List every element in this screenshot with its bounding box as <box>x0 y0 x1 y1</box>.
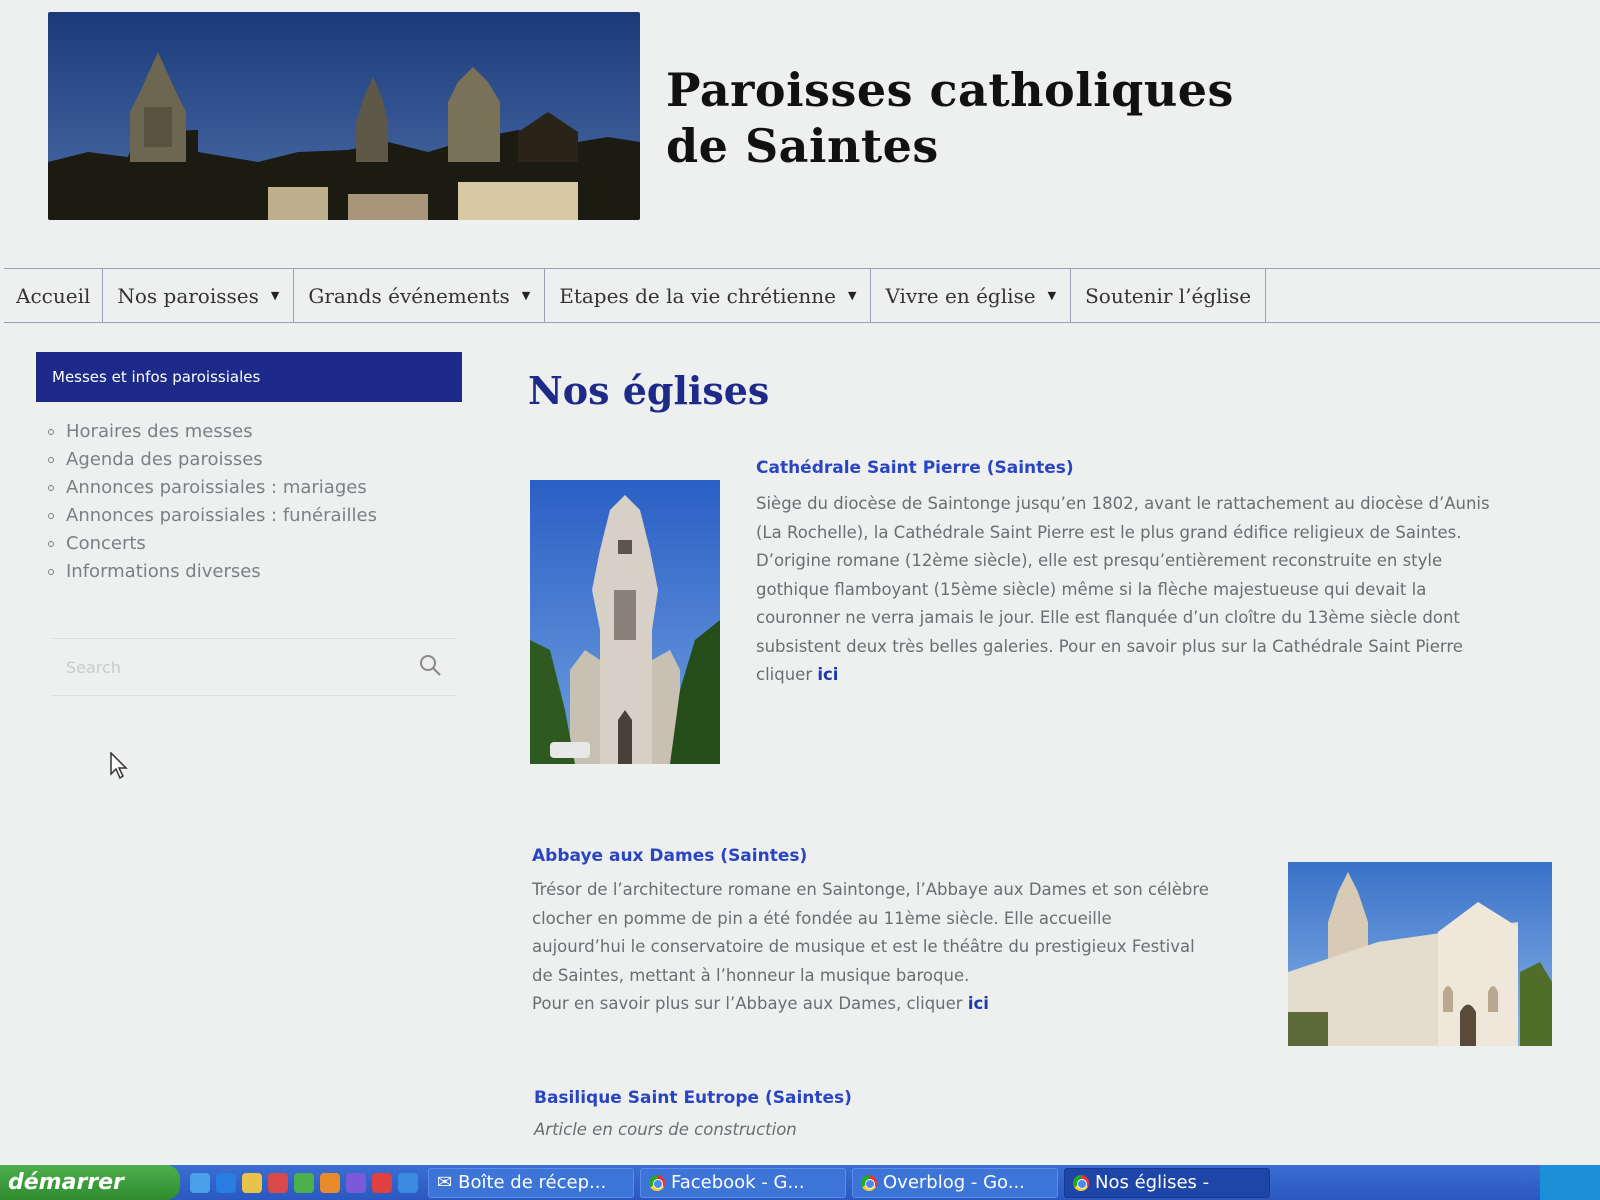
abbaye-photo <box>1288 862 1552 1046</box>
nav-item-grands-evenements[interactable]: Grands événements ▼ <box>294 269 546 322</box>
taskbar-button-label: Nos églises - <box>1095 1172 1210 1193</box>
description-line: Pour en savoir plus sur l’Abbaye aux Dam… <box>532 994 963 1013</box>
church-description-cathedrale: Siège du diocèse de Saintonge jusqu’en 1… <box>756 490 1556 690</box>
description-line: (La Rochelle), la Cathédrale Saint Pierr… <box>756 522 1462 542</box>
sidebar-item-annonces-mariages[interactable]: Annonces paroissiales : mariages <box>48 474 377 502</box>
description-line: D’origine romane (12ème siècle), elle es… <box>756 551 1443 570</box>
search-input[interactable] <box>66 657 366 677</box>
nav-label: Grands événements <box>308 283 510 308</box>
nav-item-nos-paroisses[interactable]: Nos paroisses ▼ <box>103 269 295 322</box>
taskbar-button-nos-eglises[interactable]: Nos églises - <box>1064 1167 1270 1198</box>
bullet-icon <box>48 429 54 435</box>
taskbar-button-mail[interactable]: ✉ Boîte de récep... <box>428 1167 634 1198</box>
taskbar-button-label: Facebook - G... <box>671 1172 805 1193</box>
app-icon[interactable] <box>398 1172 418 1193</box>
sidebar-item-label: Agenda des paroisses <box>66 449 263 470</box>
sidebar-item-concerts[interactable]: Concerts <box>48 530 377 558</box>
church-title-cathedrale[interactable]: Cathédrale Saint Pierre (Saintes) <box>756 458 1074 478</box>
app-icon[interactable] <box>320 1172 340 1193</box>
sidebar-item-label: Annonces paroissiales : funérailles <box>66 505 377 526</box>
sidebar-widget-title: Messes et infos paroissiales <box>36 352 462 402</box>
chrome-icon <box>1073 1174 1089 1191</box>
description-line: subsistent deux très belles galeries. Po… <box>756 636 1463 656</box>
church-description-basilique: Article en cours de construction <box>534 1116 1234 1145</box>
sidebar-item-annonces-funerailles[interactable]: Annonces paroissiales : funérailles <box>48 502 377 530</box>
taskbar-button-facebook[interactable]: Facebook - G... <box>640 1167 846 1198</box>
sidebar-item-label: Annonces paroissiales : mariages <box>66 477 367 498</box>
app-icon[interactable] <box>268 1172 288 1193</box>
description-line-with-link: Pour en savoir plus sur l’Abbaye aux Dam… <box>532 990 1252 1019</box>
description-line: de Saintes, mettant à l’honneur la musiq… <box>532 965 970 985</box>
header-banner-image <box>48 12 640 220</box>
chrome-icon <box>861 1174 877 1191</box>
bullet-icon <box>48 541 54 547</box>
church-title-basilique[interactable]: Basilique Saint Eutrope (Saintes) <box>534 1088 852 1108</box>
sidebar-item-label: Horaires des messes <box>66 421 253 442</box>
app-icon[interactable] <box>346 1172 366 1193</box>
description-line: Trésor de l’architecture romane en Saint… <box>532 880 1209 899</box>
church-description-abbaye: Trésor de l’architecture romane en Saint… <box>532 876 1252 1019</box>
chrome-icon <box>649 1174 665 1191</box>
caret-down-icon: ▼ <box>521 289 531 302</box>
description-line: Article en cours de construction <box>534 1120 797 1139</box>
mail-icon: ✉ <box>437 1172 453 1193</box>
bullet-icon <box>48 485 54 491</box>
nav-label: Soutenir l’église <box>1085 283 1252 308</box>
description-line-with-link: cliquer ici <box>756 661 1556 690</box>
taskbar-button-label: Overblog - Go... <box>883 1172 1025 1193</box>
nav-label: Accueil <box>16 283 91 308</box>
description-line: cliquer <box>756 665 813 684</box>
nav-label: Vivre en église <box>885 283 1036 308</box>
sidebar-search <box>52 638 456 696</box>
taskbar-button-overblog[interactable]: Overblog - Go... <box>852 1167 1058 1198</box>
folder-icon[interactable] <box>242 1172 262 1193</box>
ie-icon[interactable] <box>216 1172 236 1193</box>
page-title: Nos églises <box>528 368 770 413</box>
app-icon[interactable] <box>294 1172 314 1193</box>
mouse-pointer-icon <box>110 751 130 784</box>
nav-label: Etapes de la vie chrétienne <box>559 283 836 308</box>
sidebar-item-label: Informations diverses <box>66 561 261 582</box>
nav-item-vivre-en-eglise[interactable]: Vivre en église ▼ <box>871 269 1072 322</box>
start-button[interactable]: démarrer <box>0 1165 180 1200</box>
nav-item-accueil[interactable]: Accueil <box>4 269 104 322</box>
nav-label: Nos paroisses <box>117 283 259 308</box>
nav-item-etapes-vie-chretienne[interactable]: Etapes de la vie chrétienne ▼ <box>545 269 872 322</box>
description-line: Siège du diocèse de Saintonge jusqu’en 1… <box>756 494 1490 513</box>
description-line: couronner ne verra jamais le jour. Elle … <box>756 608 1460 627</box>
caret-down-icon: ▼ <box>270 289 280 302</box>
sidebar-item-label: Concerts <box>66 533 146 554</box>
ici-link[interactable]: ici <box>817 665 838 684</box>
main-navigation: Accueil Nos paroisses ▼ Grands événement… <box>4 268 1600 323</box>
taskbar-button-label: Boîte de récep... <box>458 1172 607 1193</box>
chrome-icon[interactable] <box>372 1172 392 1193</box>
browser-icon[interactable] <box>190 1172 210 1193</box>
bullet-icon <box>48 513 54 519</box>
sidebar-item-agenda[interactable]: Agenda des paroisses <box>48 446 377 474</box>
caret-down-icon: ▼ <box>847 289 857 302</box>
quick-launch-bar <box>180 1172 428 1193</box>
site-title[interactable]: Paroisses catholiques de Saintes <box>666 62 1234 174</box>
description-line: aujourd’hui le conservatoire de musique … <box>532 937 1195 956</box>
site-title-line1: Paroisses catholiques <box>666 63 1234 117</box>
windows-taskbar: démarrer ✉ Boîte de récep... Facebook - … <box>0 1165 1600 1200</box>
sidebar-item-informations-diverses[interactable]: Informations diverses <box>48 558 377 586</box>
description-line: clocher en pomme de pin a été fondée au … <box>532 908 1112 928</box>
church-title-abbaye[interactable]: Abbaye aux Dames (Saintes) <box>532 846 807 866</box>
sidebar-item-horaires-messes[interactable]: Horaires des messes <box>48 418 377 446</box>
system-tray <box>1540 1165 1600 1200</box>
sidebar-link-list: Horaires des messes Agenda des paroisses… <box>48 418 377 586</box>
nav-item-soutenir-eglise[interactable]: Soutenir l’église <box>1071 269 1267 322</box>
cathedral-photo <box>530 480 720 764</box>
bullet-icon <box>48 569 54 575</box>
ici-link[interactable]: ici <box>968 994 989 1013</box>
site-title-line2: de Saintes <box>666 119 939 173</box>
bullet-icon <box>48 457 54 463</box>
search-icon[interactable] <box>418 653 442 681</box>
caret-down-icon: ▼ <box>1047 289 1057 302</box>
description-line: gothique flamboyant (15ème siècle) même … <box>756 579 1427 599</box>
web-page: Paroisses catholiques de Saintes Accueil… <box>0 0 1600 1165</box>
